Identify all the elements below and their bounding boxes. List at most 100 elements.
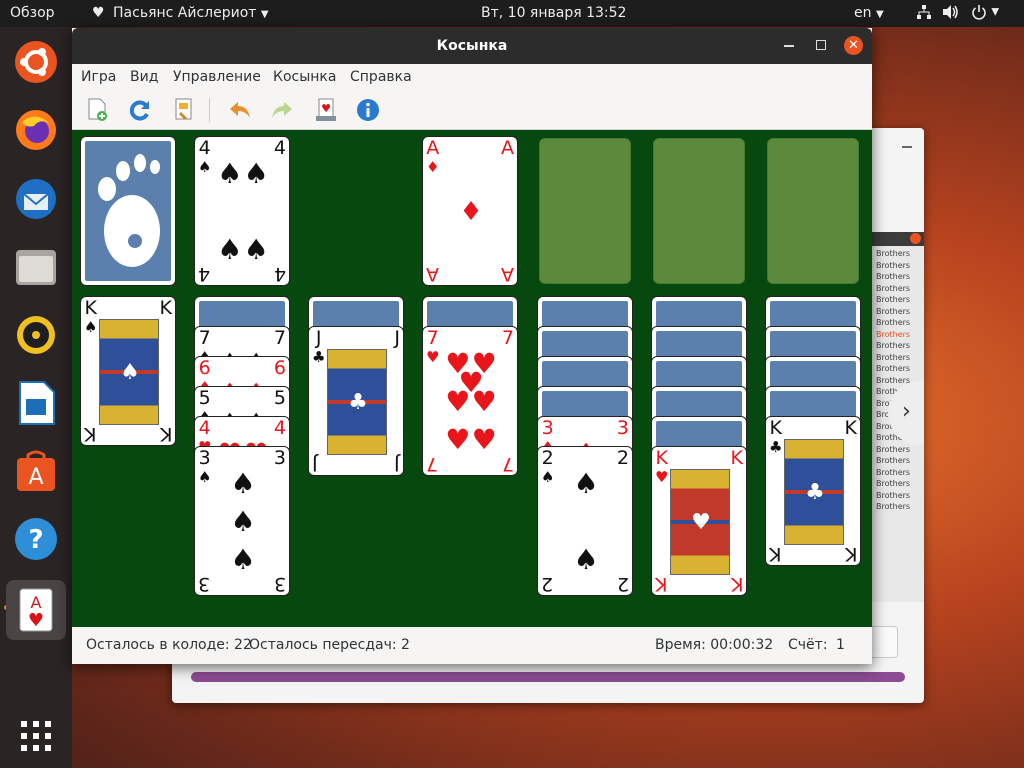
card-rank: 2 bbox=[541, 573, 554, 595]
suit-icon: ♥ bbox=[445, 422, 471, 456]
playing-card[interactable]: K ♠ K K K ♠ bbox=[80, 296, 176, 446]
playing-card[interactable]: J ♣ J J J ♣ bbox=[308, 326, 404, 476]
background-list-item[interactable]: Brothers bbox=[876, 490, 924, 502]
maximize-button[interactable] bbox=[816, 40, 826, 50]
background-list-item[interactable]: Brothers bbox=[876, 340, 924, 352]
background-list-item[interactable]: Brothers bbox=[876, 283, 924, 295]
background-list-item[interactable]: Brothers bbox=[876, 352, 924, 364]
menu-klondike[interactable]: Косынка bbox=[273, 69, 336, 85]
hint-button[interactable]: ♥ bbox=[312, 96, 340, 124]
rhythmbox-icon[interactable] bbox=[13, 312, 59, 358]
court-figure-icon: ♣ bbox=[784, 439, 844, 545]
info-icon bbox=[357, 99, 379, 121]
close-icon[interactable] bbox=[910, 233, 921, 244]
ubuntu-logo-icon[interactable] bbox=[13, 39, 59, 85]
select-game-icon bbox=[175, 98, 192, 120]
system-menu[interactable]: ▼ bbox=[916, 4, 999, 20]
suit-icon: ♥ bbox=[445, 385, 471, 418]
card-rank: 3 bbox=[198, 447, 211, 469]
suit-icon: ♥ bbox=[426, 348, 440, 366]
minimize-icon[interactable] bbox=[902, 146, 912, 148]
title-bar[interactable]: Косынка ✕ bbox=[72, 28, 872, 64]
card-rank: 4 bbox=[198, 137, 211, 159]
menu-help[interactable]: Справка bbox=[350, 69, 412, 85]
background-list-item[interactable]: Brothers bbox=[876, 444, 924, 456]
clock[interactable]: Вт, 10 января 13:52 bbox=[481, 5, 626, 21]
undo-button[interactable] bbox=[226, 96, 254, 124]
minimize-button[interactable] bbox=[784, 45, 794, 47]
playing-card[interactable]: K ♥ K K K ♥ bbox=[651, 446, 747, 596]
help-icon[interactable]: ? bbox=[13, 516, 59, 562]
background-list-item[interactable]: Brothers bbox=[876, 467, 924, 479]
thunderbird-icon[interactable] bbox=[13, 176, 59, 222]
foundation-slot[interactable] bbox=[539, 138, 631, 284]
card-index: 3 bbox=[617, 419, 629, 438]
firefox-icon[interactable] bbox=[13, 107, 59, 153]
card-rank: K bbox=[769, 417, 782, 439]
card-rank: 5 bbox=[198, 387, 211, 409]
files-icon[interactable] bbox=[13, 244, 59, 290]
card-index: K bbox=[655, 573, 667, 595]
select-game-button[interactable] bbox=[170, 96, 198, 124]
redo-button[interactable] bbox=[268, 96, 296, 124]
card-index: 7 bbox=[426, 453, 439, 475]
background-list-item[interactable]: Brothers bbox=[876, 306, 924, 318]
card-index: J ♣ bbox=[312, 329, 325, 367]
stock-pile[interactable] bbox=[80, 136, 176, 286]
card-index: 2 bbox=[617, 449, 629, 468]
aisleriot-dock-icon[interactable]: A ♥ bbox=[6, 580, 66, 640]
background-list-item[interactable]: Brothers bbox=[876, 248, 924, 260]
background-list-item[interactable]: Brothers bbox=[876, 501, 924, 513]
card-rank: A bbox=[501, 137, 514, 159]
activities-button[interactable]: Обзор bbox=[10, 5, 55, 21]
menu-view[interactable]: Вид bbox=[130, 69, 158, 85]
score-label: Счёт: bbox=[788, 637, 828, 653]
card-index: K bbox=[160, 299, 172, 318]
keyboard-layout[interactable]: en ▼ bbox=[854, 5, 884, 21]
suit-icon: ♠ bbox=[230, 505, 256, 538]
card-rank: 3 bbox=[616, 417, 629, 439]
background-list-item[interactable]: Brothers bbox=[876, 294, 924, 306]
playing-card[interactable]: 4 ♠ 4 4 4 ♠ ♠ ♠ ♠ bbox=[194, 136, 290, 286]
playing-card[interactable]: A ♦ A A A ♦ bbox=[422, 136, 518, 286]
card-rank: 7 bbox=[426, 453, 439, 475]
background-list-item[interactable]: Brothers bbox=[876, 329, 924, 341]
gnome-foot-icon bbox=[98, 154, 160, 267]
foundation-slot[interactable] bbox=[653, 138, 745, 284]
foundation-slot[interactable] bbox=[767, 138, 859, 284]
card-index: A ♦ bbox=[426, 139, 439, 177]
game-table[interactable]: 4♠444♠♠♠♠ A♦AAA♦ K♠KKK♠7♠777♠♠♠♠♠♠♠6♦666… bbox=[72, 130, 872, 627]
show-applications-icon[interactable] bbox=[13, 713, 59, 759]
network-icon bbox=[917, 5, 931, 19]
suit-icon: ♠ bbox=[573, 467, 599, 501]
app-menu[interactable]: ♥ Пасьянс Айслериот ▼ bbox=[92, 5, 269, 21]
software-center-icon[interactable]: A bbox=[13, 448, 59, 494]
restart-button[interactable] bbox=[126, 96, 154, 124]
background-list-item[interactable]: Brothers bbox=[876, 455, 924, 467]
menu-control[interactable]: Управление bbox=[173, 69, 261, 85]
background-panel-titlebar bbox=[872, 232, 924, 246]
suit-icon: ♠ bbox=[243, 157, 269, 191]
playing-card[interactable]: 2 ♠ 2 2 2 ♠ ♠ bbox=[537, 446, 633, 596]
background-list-item[interactable]: Brothers bbox=[876, 363, 924, 375]
menu-game[interactable]: Игра bbox=[81, 69, 116, 85]
suit-icon: ♥ bbox=[471, 422, 497, 456]
background-list-item[interactable]: Brothers bbox=[876, 260, 924, 272]
close-button[interactable]: ✕ bbox=[844, 36, 863, 55]
background-list-item[interactable]: Brothers bbox=[876, 478, 924, 490]
background-list-item[interactable]: Brothers bbox=[876, 317, 924, 329]
playing-card[interactable]: 7 ♥ 7 7 7 ♥ ♥ ♥ ♥ ♥ ♥ ♥ bbox=[422, 326, 518, 476]
card-rank: K bbox=[159, 423, 172, 445]
volume-icon bbox=[943, 5, 959, 19]
card-index: A bbox=[501, 139, 514, 158]
suit-icon: ♠ bbox=[84, 318, 98, 336]
playing-card[interactable]: K ♣ K K K ♣ bbox=[765, 416, 861, 566]
playing-card[interactable]: 3 ♠ 3 3 3 ♠ ♠ ♠ bbox=[194, 446, 290, 596]
suit-icon: ♣ bbox=[312, 348, 326, 366]
court-figure-icon: ♣ bbox=[327, 349, 387, 455]
about-button[interactable] bbox=[354, 96, 382, 124]
card-rank: 3 bbox=[541, 417, 554, 439]
new-game-button[interactable] bbox=[84, 96, 112, 124]
background-list-item[interactable]: Brothers bbox=[876, 271, 924, 283]
libreoffice-writer-icon[interactable] bbox=[13, 380, 59, 426]
